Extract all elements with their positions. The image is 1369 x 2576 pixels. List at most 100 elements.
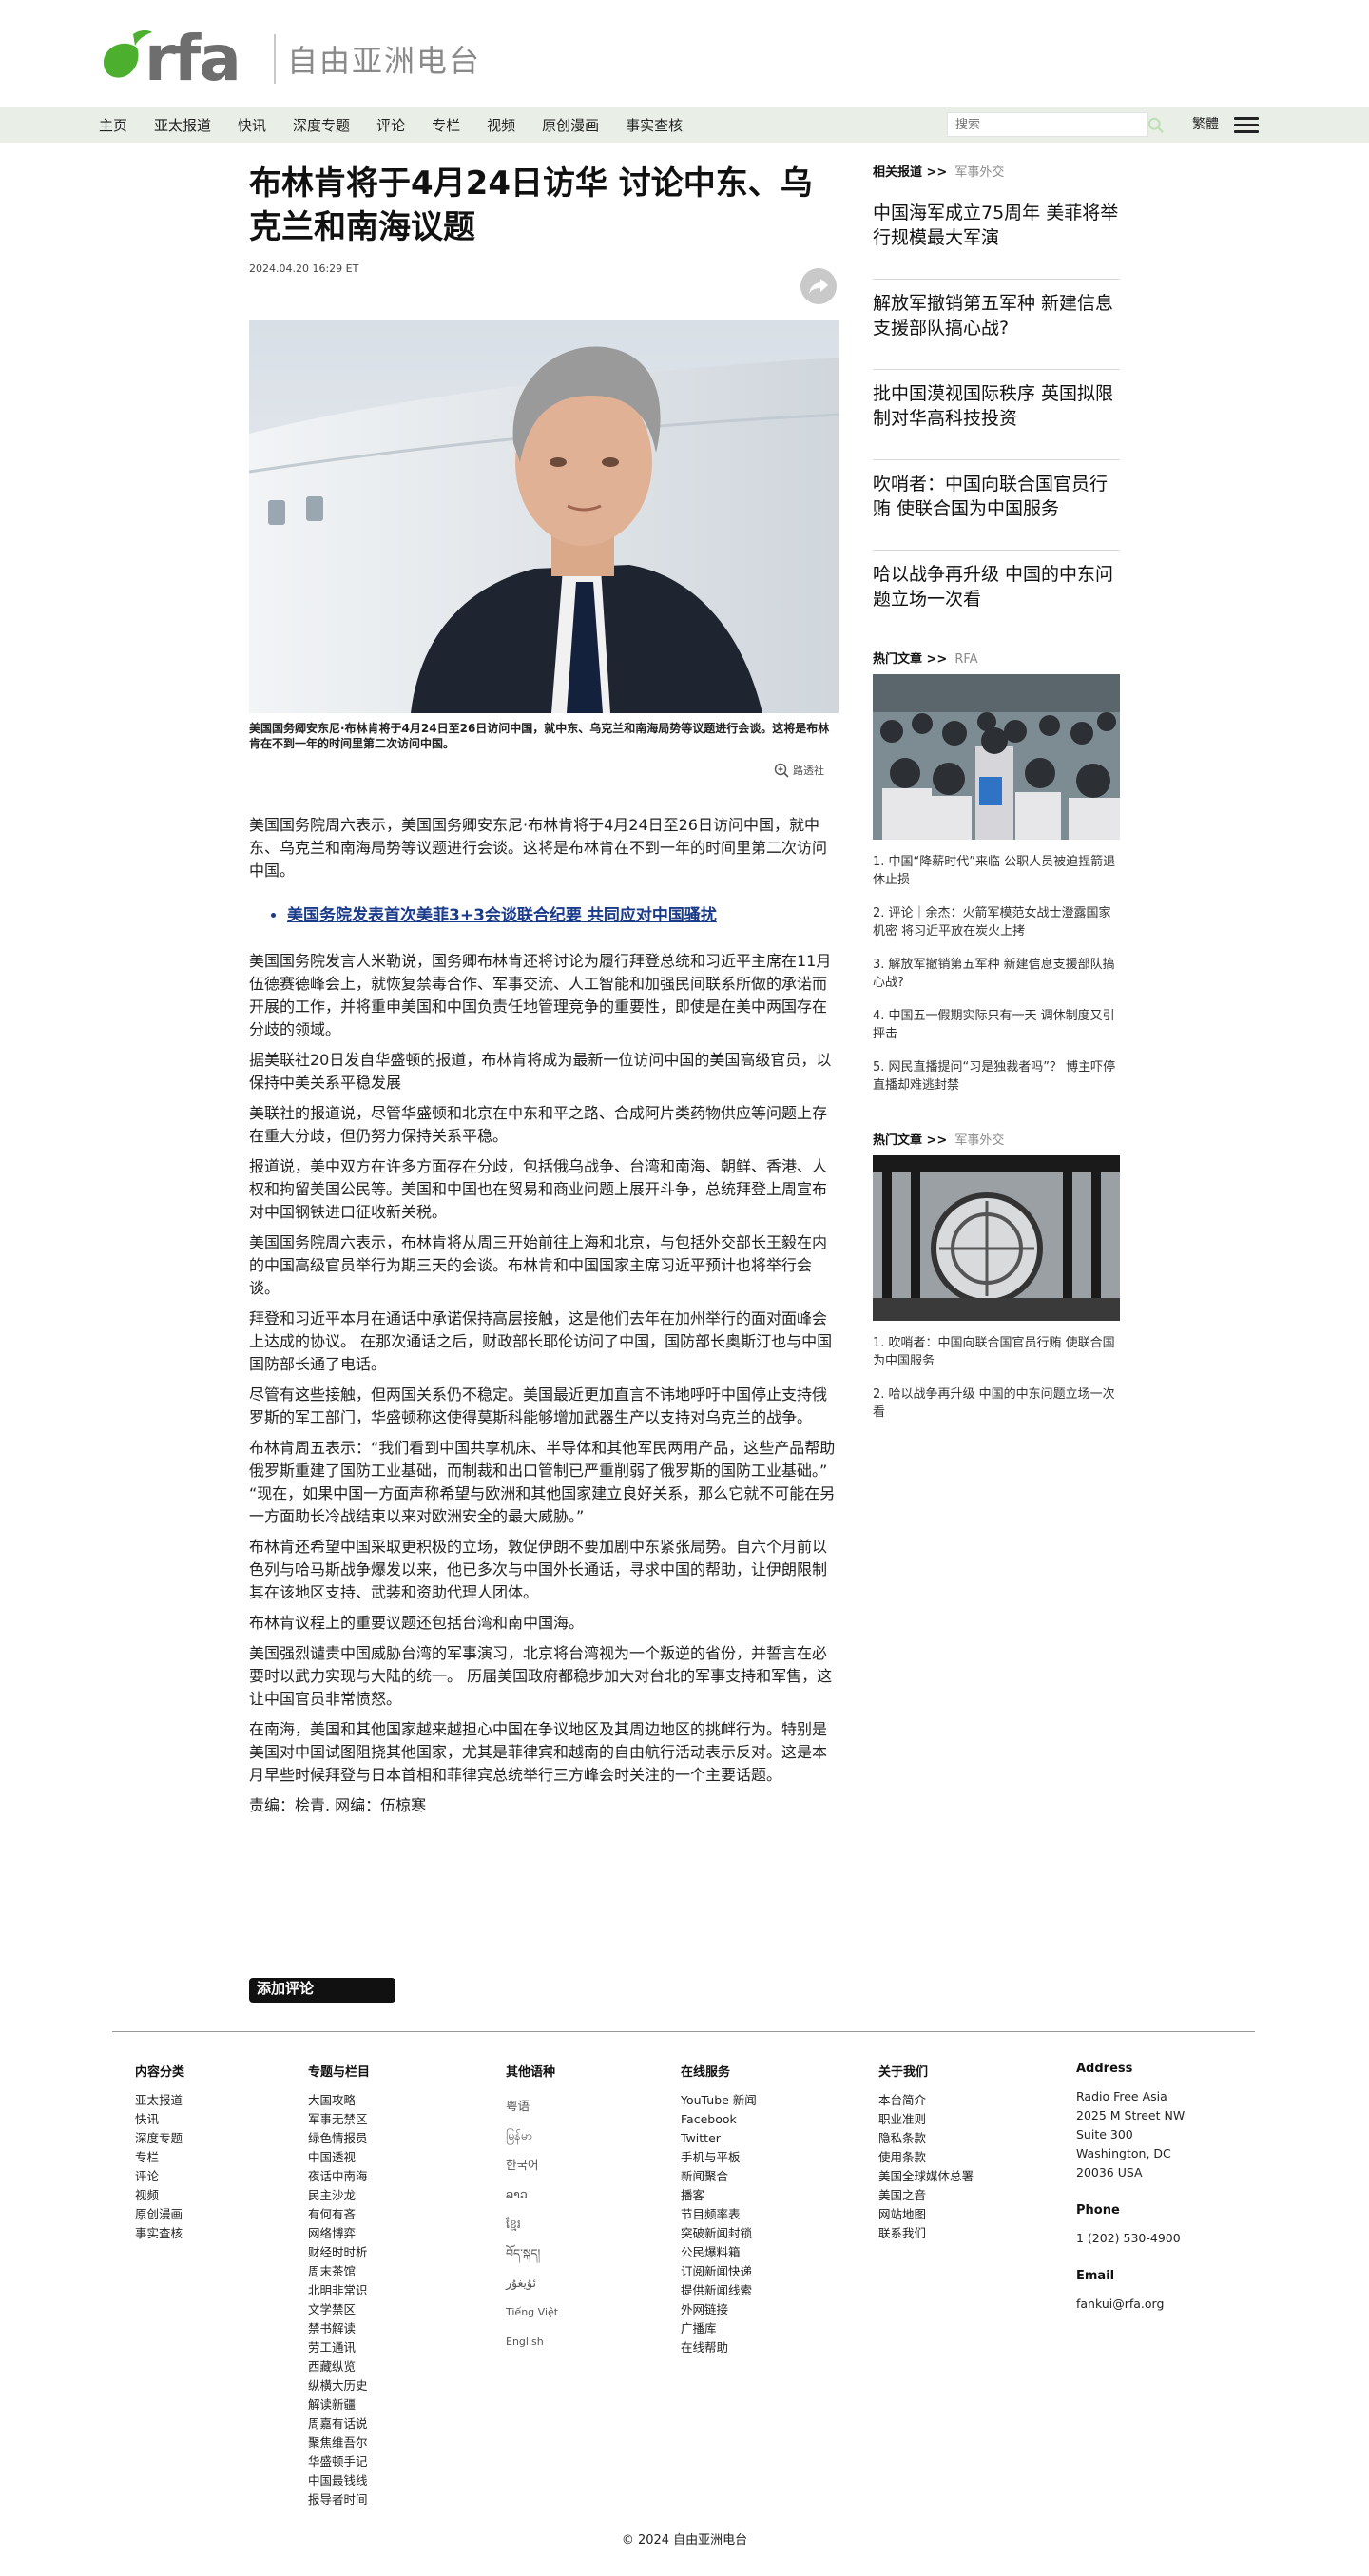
inline-related-link-text[interactable]: 美国务院发表首次美菲3+3会谈联合纪要 共同应对中国骚扰 <box>287 906 717 925</box>
footer-link[interactable]: 职业准则 <box>878 2110 974 2129</box>
footer-link[interactable]: 文学禁区 <box>308 2300 370 2319</box>
nav-item-asia-pacific[interactable]: 亚太报道 <box>154 115 211 135</box>
footer-link[interactable]: 手机与平板 <box>681 2148 757 2167</box>
footer-link[interactable]: 北明非常识 <box>308 2281 370 2300</box>
footer-link[interactable]: 聚焦维吾尔 <box>308 2433 370 2452</box>
nav-item-breaking[interactable]: 快讯 <box>238 115 266 135</box>
search-input[interactable] <box>948 113 1119 136</box>
footer-link[interactable]: 使用条款 <box>878 2148 974 2167</box>
popular-heading[interactable]: 热门文章 >> RFA <box>873 649 1120 667</box>
footer-link[interactable]: 在线帮助 <box>681 2338 757 2357</box>
footer-link[interactable]: 视频 <box>135 2186 184 2205</box>
footer-link[interactable]: 评论 <box>135 2167 184 2186</box>
language-link-burmese[interactable]: မြန်မာ <box>506 2121 558 2150</box>
footer-link[interactable]: 有何有吝 <box>308 2205 370 2224</box>
language-link-vietnamese[interactable]: Tiếng Việt <box>506 2297 558 2327</box>
share-icon[interactable] <box>800 268 837 304</box>
footer-link[interactable]: 西藏纵览 <box>308 2357 370 2376</box>
popular-item[interactable]: 1. 中国“降薪时代”来临 公职人员被迫捏箭退休止损 <box>873 853 1120 889</box>
popular-image-un-emblem[interactable] <box>873 1155 1120 1321</box>
footer-col-title: 内容分类 <box>135 2065 185 2080</box>
footer-link[interactable]: 华盛顿手记 <box>308 2452 370 2471</box>
rfa-logo[interactable]: rfa 自由亚洲电台 <box>99 25 481 93</box>
footer-link[interactable]: 财经时时析 <box>308 2243 370 2262</box>
nav-item-fact-check[interactable]: 事实查核 <box>626 115 683 135</box>
nav-item-columns[interactable]: 专栏 <box>432 115 460 135</box>
footer-link[interactable]: 纵横大历史 <box>308 2376 370 2395</box>
footer-link[interactable]: 周末茶馆 <box>308 2262 370 2281</box>
footer-link[interactable]: 劳工通讯 <box>308 2338 370 2357</box>
footer-link[interactable]: 报导者时间 <box>308 2490 370 2509</box>
popular-item[interactable]: 3. 解放军撤销第五军种 新建信息支援部队搞心战? <box>873 956 1120 992</box>
footer-link[interactable]: Twitter <box>681 2129 757 2148</box>
footer-link[interactable]: 夜话中南海 <box>308 2167 370 2186</box>
phone-number[interactable]: 1 (202) 530-4900 <box>1076 2229 1185 2248</box>
search-icon[interactable] <box>1147 117 1165 134</box>
popular-heading[interactable]: 热门文章 >> 军事外交 <box>873 1130 1120 1148</box>
footer-link[interactable]: 隐私条款 <box>878 2129 974 2148</box>
inline-related-link[interactable]: 美国务院发表首次美菲3+3会谈联合纪要 共同应对中国骚扰 <box>287 901 839 925</box>
footer-link[interactable]: 美国之音 <box>878 2186 974 2205</box>
related-stories-heading[interactable]: 相关报道 >> 军事外交 <box>873 162 1120 180</box>
language-link-tibetan[interactable]: བོད་སྐད། <box>506 2238 558 2268</box>
nav-item-commentary[interactable]: 评论 <box>376 115 405 135</box>
footer-link[interactable]: 禁书解读 <box>308 2319 370 2338</box>
footer-link[interactable]: 周嘉有话说 <box>308 2414 370 2433</box>
footer-link[interactable]: 节目频率表 <box>681 2205 757 2224</box>
footer-link[interactable]: 提供新闻线索 <box>681 2281 757 2300</box>
language-link-korean[interactable]: 한국어 <box>506 2150 558 2179</box>
related-story[interactable]: 解放军撤销第五军种 新建信息支援部队搞心战? <box>873 280 1120 370</box>
popular-item[interactable]: 2. 评论｜余杰：火箭军模范女战士澄露国家机密 将习近平放在炭火上拷 <box>873 904 1120 940</box>
footer-link[interactable]: Facebook <box>681 2110 757 2129</box>
related-story[interactable]: 吹哨者：中国向联合国官员行贿 使联合国为中国服务 <box>873 460 1120 551</box>
footer-link[interactable]: 公民爆料箱 <box>681 2243 757 2262</box>
nav-item-in-depth[interactable]: 深度专题 <box>293 115 350 135</box>
email-address[interactable]: fankui@rfa.org <box>1076 2295 1185 2314</box>
popular-item[interactable]: 1. 吹哨者：中国向联合国官员行贿 使联合国为中国服务 <box>873 1334 1120 1370</box>
footer-link[interactable]: 网络博弈 <box>308 2224 370 2243</box>
footer-link[interactable]: 解读新疆 <box>308 2395 370 2414</box>
footer-link[interactable]: 订阅新闻快递 <box>681 2262 757 2281</box>
footer-link[interactable]: 美国全球媒体总署 <box>878 2167 974 2186</box>
footer-link[interactable]: 网站地图 <box>878 2205 974 2224</box>
footer-link[interactable]: 大国攻略 <box>308 2091 370 2110</box>
footer-link[interactable]: 播客 <box>681 2186 757 2205</box>
language-link-uyghur[interactable]: ئۇيغۇر <box>506 2268 558 2297</box>
popular-image-crowd[interactable] <box>873 674 1120 840</box>
footer-link[interactable]: YouTube 新闻 <box>681 2091 757 2110</box>
footer-link[interactable]: 绿色情报员 <box>308 2129 370 2148</box>
footer-link[interactable]: 外网链接 <box>681 2300 757 2319</box>
footer-link[interactable]: 民主沙龙 <box>308 2186 370 2205</box>
footer-link[interactable]: 亚太报道 <box>135 2091 184 2110</box>
footer-link[interactable]: 中国透视 <box>308 2148 370 2167</box>
popular-item[interactable]: 4. 中国五一假期实际只有一天 调休制度又引抨击 <box>873 1007 1120 1043</box>
footer-link[interactable]: 广播库 <box>681 2319 757 2338</box>
footer-link[interactable]: 联系我们 <box>878 2224 974 2243</box>
footer-link[interactable]: 专栏 <box>135 2148 184 2167</box>
footer-link[interactable]: 中国最钱线 <box>308 2471 370 2490</box>
popular-item[interactable]: 2. 哈以战争再升级 中国的中东问题立场一次看 <box>873 1385 1120 1422</box>
footer-link[interactable]: 快讯 <box>135 2110 184 2129</box>
nav-item-video[interactable]: 视频 <box>487 115 515 135</box>
nav-item-home[interactable]: 主页 <box>99 115 127 135</box>
footer-link[interactable]: 事实查核 <box>135 2224 184 2243</box>
related-story[interactable]: 哈以战争再升级 中国的中东问题立场一次看 <box>873 551 1120 641</box>
language-link-lao[interactable]: ລາວ <box>506 2179 558 2209</box>
add-comment-button[interactable]: 添加评论 <box>249 1978 395 2003</box>
photo-credit[interactable]: 路透社 <box>774 763 824 778</box>
related-story[interactable]: 中国海军成立75周年 美菲将举行规模最大军演 <box>873 189 1120 280</box>
footer-link[interactable]: 军事无禁区 <box>308 2110 370 2129</box>
traditional-chinese-link[interactable]: 繁體 <box>1192 107 1219 143</box>
footer-link[interactable]: 新闻聚合 <box>681 2167 757 2186</box>
popular-item[interactable]: 5. 网民直播提问“习是独裁者吗”？ 博主吓停直播却难逃封禁 <box>873 1058 1120 1094</box>
language-link-cantonese[interactable]: 粤语 <box>506 2091 558 2121</box>
related-story[interactable]: 批中国漠视国际秩序 英国拟限制对华高科技投资 <box>873 370 1120 460</box>
footer-link[interactable]: 原创漫画 <box>135 2205 184 2224</box>
nav-item-cartoons[interactable]: 原创漫画 <box>542 115 599 135</box>
language-link-english[interactable]: English <box>506 2327 558 2356</box>
footer-link[interactable]: 突破新闻封锁 <box>681 2224 757 2243</box>
footer-link[interactable]: 本台简介 <box>878 2091 974 2110</box>
menu-icon[interactable] <box>1234 117 1259 134</box>
language-link-khmer[interactable]: ខ្មែរ <box>506 2209 558 2238</box>
footer-link[interactable]: 深度专题 <box>135 2129 184 2148</box>
